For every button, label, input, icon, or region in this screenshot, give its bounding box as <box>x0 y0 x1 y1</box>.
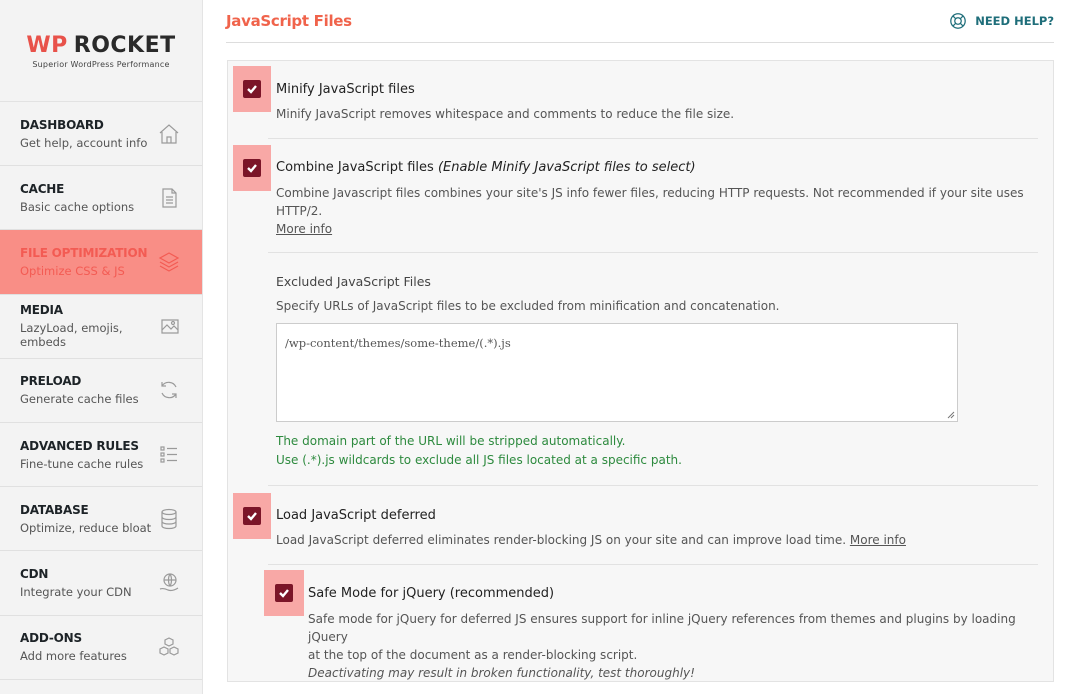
home-icon <box>156 121 182 147</box>
need-help-button[interactable]: NEED HELP? <box>949 12 1054 30</box>
nav-title: CDN <box>20 566 49 581</box>
nav-item-preload[interactable]: PRELOAD Generate cache files <box>0 359 202 423</box>
document-icon <box>156 185 182 211</box>
main-content: JavaScript Files NEED HELP? Minify JavaS… <box>203 0 1079 694</box>
combine-more-info-link[interactable]: More info <box>276 222 332 236</box>
nav-subtitle: Generate cache files <box>20 392 139 407</box>
logo-rocket: ROCKET <box>73 32 176 58</box>
section-header: JavaScript Files NEED HELP? <box>226 0 1054 43</box>
nav-item-media[interactable]: MEDIA LazyLoad, emojis, embeds <box>0 295 202 359</box>
sidebar: WP ROCKET Superior WordPress Performance… <box>0 0 203 694</box>
nav-subtitle: LazyLoad, emojis, embeds <box>20 321 123 350</box>
excluded-js-title: Excluded JavaScript Files <box>276 274 431 289</box>
divider <box>268 252 1038 253</box>
refresh-icon <box>156 377 182 403</box>
cubes-icon <box>156 634 182 660</box>
nav-item-database[interactable]: DATABASE Optimize, reduce bloat <box>0 487 202 552</box>
combine-js-note: (Enable Minify JavaScript files to selec… <box>437 160 696 175</box>
nav-item-file-optimization[interactable]: FILE OPTIMIZATION Optimize CSS & JS <box>0 230 202 295</box>
resize-handle-icon[interactable] <box>945 409 955 419</box>
defer-js-title: Load JavaScript deferred <box>276 508 436 523</box>
excluded-js-value: /wp-content/themes/some-theme/(.*).js <box>285 336 511 350</box>
safe-mode-description-1: Safe mode for jQuery for deferred JS ens… <box>308 612 1016 644</box>
wp-rocket-logo[interactable]: WP ROCKET Superior WordPress Performance <box>0 0 202 102</box>
database-icon <box>156 506 182 532</box>
nav-item-cache[interactable]: CACHE Basic cache options <box>0 166 202 231</box>
safe-mode-warning: Deactivating may result in broken functi… <box>308 666 695 680</box>
checkmark-icon <box>279 589 289 598</box>
defer-js-description: Load JavaScript deferred eliminates rend… <box>276 531 906 549</box>
nav-subtitle: Optimize CSS & JS <box>20 263 125 278</box>
combine-js-title: Combine JavaScript files (Enable Minify … <box>276 160 696 175</box>
lifebuoy-icon <box>950 13 967 29</box>
nav-title: DASHBOARD <box>20 117 104 132</box>
divider <box>268 138 1038 139</box>
safe-mode-description-2: at the top of the document as a render-b… <box>308 648 638 662</box>
safe-mode-jquery-checkbox[interactable] <box>275 584 293 602</box>
minify-js-title: Minify JavaScript files <box>276 82 415 97</box>
nav-subtitle: Integrate your CDN <box>20 584 132 599</box>
nav-title: DATABASE <box>20 502 89 517</box>
globe-hand-icon <box>156 570 182 596</box>
minify-js-checkbox[interactable] <box>243 80 261 98</box>
nav-title: FILE OPTIMIZATION <box>20 245 148 260</box>
nav-subtitle: Fine-tune cache rules <box>20 456 144 471</box>
nav-item-advanced-rules[interactable]: ADVANCED RULES Fine-tune cache rules <box>0 423 202 488</box>
options-panel: Minify JavaScript files Minify JavaScrip… <box>227 60 1054 682</box>
combine-js-description-text: Combine Javascript files combines your s… <box>276 186 1024 218</box>
section-title: JavaScript Files <box>226 12 352 30</box>
logo-wp: WP <box>26 32 68 58</box>
safe-mode-checkbox-highlight <box>264 570 304 616</box>
checkmark-icon <box>247 164 257 173</box>
safe-mode-description: Safe mode for jQuery for deferred JS ens… <box>308 610 1048 682</box>
safe-mode-title: Safe Mode for jQuery (recommended) <box>308 586 555 601</box>
checkmark-icon <box>247 85 257 94</box>
divider <box>268 564 1038 565</box>
nav-title: ADVANCED RULES <box>20 438 139 453</box>
combine-js-description: Combine Javascript files combines your s… <box>276 184 1046 238</box>
list-icon <box>156 442 182 468</box>
combine-js-checkbox[interactable] <box>243 159 261 177</box>
nav-title: MEDIA <box>20 303 63 318</box>
divider <box>268 485 1038 486</box>
layers-icon <box>156 249 182 275</box>
nav-subtitle: Optimize, reduce bloat <box>20 520 152 535</box>
nav-title: PRELOAD <box>20 374 82 389</box>
nav-subtitle: Basic cache options <box>20 199 135 214</box>
nav-subtitle: Add more features <box>20 649 127 664</box>
defer-js-checkbox[interactable] <box>243 507 261 525</box>
nav-item-add-ons[interactable]: ADD-ONS Add more features <box>0 616 202 680</box>
need-help-label: NEED HELP? <box>975 14 1054 28</box>
defer-more-info-link[interactable]: More info <box>850 533 906 547</box>
excluded-js-textarea[interactable]: /wp-content/themes/some-theme/(.*).js <box>276 323 958 422</box>
excluded-js-hint-1: The domain part of the URL will be strip… <box>276 434 626 448</box>
excluded-js-description: Specify URLs of JavaScript files to be e… <box>276 299 780 313</box>
logo-tagline: Superior WordPress Performance <box>32 59 170 69</box>
excluded-js-hint-2: Use (.*).js wildcards to exclude all JS … <box>276 453 682 467</box>
nav-subtitle: Get help, account info <box>20 135 148 150</box>
nav-item-cdn[interactable]: CDN Integrate your CDN <box>0 551 202 616</box>
minify-js-description: Minify JavaScript removes whitespace and… <box>276 107 735 121</box>
combine-js-checkbox-highlight <box>233 145 271 191</box>
nav-title: CACHE <box>20 181 65 196</box>
combine-js-title-text: Combine JavaScript files <box>276 160 434 175</box>
image-icon <box>158 313 182 339</box>
minify-js-checkbox-highlight <box>233 66 271 112</box>
checkmark-icon <box>247 512 257 521</box>
nav-item-dashboard[interactable]: DASHBOARD Get help, account info <box>0 102 202 167</box>
defer-js-description-text: Load JavaScript deferred eliminates rend… <box>276 533 847 547</box>
nav-title: ADD-ONS <box>20 631 82 646</box>
defer-js-checkbox-highlight <box>233 493 271 539</box>
